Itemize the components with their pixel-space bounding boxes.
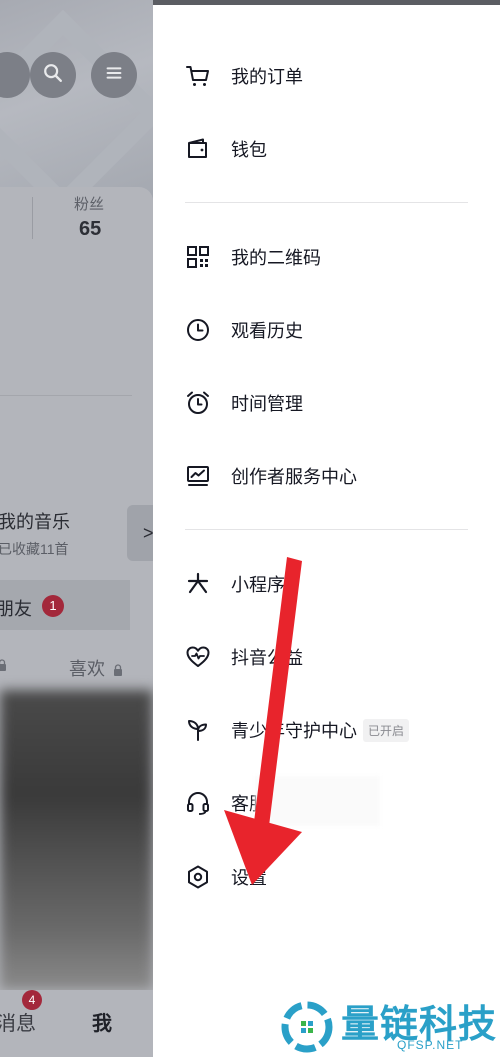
wallet-icon bbox=[185, 136, 211, 162]
menu-item-wallet[interactable]: 钱包 bbox=[185, 129, 485, 169]
menu-divider bbox=[185, 202, 468, 203]
menu-item-time-management[interactable]: 时间管理 bbox=[185, 383, 485, 423]
menu-item-mini-programs[interactable]: 小程序 bbox=[185, 564, 485, 604]
status-strip bbox=[153, 0, 500, 38]
tab-private[interactable] bbox=[0, 657, 7, 675]
alarm-icon bbox=[185, 390, 211, 416]
nav-messages[interactable]: 消息 bbox=[0, 1007, 36, 1036]
status-badge: 已开启 bbox=[363, 718, 410, 742]
nav-me[interactable]: 我 bbox=[92, 1007, 112, 1036]
redaction-mask bbox=[255, 776, 380, 826]
heart-icon bbox=[185, 644, 211, 670]
expand-button[interactable]: > bbox=[127, 505, 153, 561]
menu-item-label: 抖音公益 bbox=[231, 648, 303, 668]
lock-icon bbox=[0, 659, 6, 671]
profile-background: 粉丝 65 我的音乐 已收藏11首 > 朋友 1 喜欢 消息 4 我 bbox=[0, 0, 153, 1057]
sprout-icon bbox=[185, 717, 211, 743]
watermark-logo bbox=[281, 1001, 333, 1053]
menu-item-label: 我的订单 bbox=[231, 67, 303, 87]
settings-icon bbox=[185, 864, 211, 890]
stat-divider bbox=[32, 197, 33, 239]
menu-item-history[interactable]: 观看历史 bbox=[185, 310, 485, 350]
menu-item-qr-code[interactable]: 我的二维码 bbox=[185, 237, 485, 277]
friends-badge: 1 bbox=[42, 595, 64, 617]
cart-icon bbox=[185, 63, 211, 89]
side-drawer bbox=[153, 38, 500, 1057]
messages-badge: 4 bbox=[22, 990, 42, 1010]
lock-icon bbox=[114, 664, 123, 676]
menu-item-label: 钱包 bbox=[231, 140, 267, 160]
friends-label[interactable]: 朋友 bbox=[0, 595, 32, 621]
tab-likes[interactable]: 喜欢 bbox=[69, 655, 123, 681]
music-title[interactable]: 我的音乐 bbox=[0, 508, 70, 534]
hamburger-icon bbox=[103, 62, 125, 89]
menu-item-youth-protection[interactable]: 青少年守护中心 已开启 bbox=[185, 710, 485, 750]
search-button[interactable] bbox=[30, 52, 76, 98]
menu-item-label: 设置 bbox=[231, 868, 267, 888]
fans-count[interactable]: 65 bbox=[79, 218, 101, 241]
menu-item-label: 我的二维码 bbox=[231, 248, 321, 268]
menu-item-settings[interactable]: 设置 bbox=[185, 857, 485, 897]
qr-code-icon bbox=[185, 244, 211, 270]
menu-item-label: 青少年守护中心 bbox=[231, 721, 357, 741]
mini-program-icon bbox=[185, 571, 211, 597]
music-subtitle: 已收藏11首 bbox=[0, 541, 69, 557]
menu-item-orders[interactable]: 我的订单 bbox=[185, 56, 485, 96]
clock-icon bbox=[185, 317, 211, 343]
watermark-subtext: QFSP.NET bbox=[397, 1038, 464, 1052]
menu-item-label: 时间管理 bbox=[231, 394, 303, 414]
search-icon bbox=[42, 62, 64, 89]
menu-divider bbox=[185, 529, 468, 530]
chart-icon bbox=[185, 463, 211, 489]
menu-item-creator-center[interactable]: 创作者服务中心 bbox=[185, 456, 485, 496]
menu-item-charity[interactable]: 抖音公益 bbox=[185, 637, 485, 677]
menu-item-label: 观看历史 bbox=[231, 321, 303, 341]
menu-button[interactable] bbox=[91, 52, 137, 98]
watermark: 量链科技 QFSP.NET bbox=[275, 995, 500, 1057]
fans-label: 粉丝 bbox=[74, 196, 105, 213]
headset-icon bbox=[185, 790, 211, 816]
profile-divider bbox=[0, 395, 132, 396]
menu-item-label: 创作者服务中心 bbox=[231, 467, 357, 487]
video-grid-blurred[interactable] bbox=[0, 690, 153, 990]
menu-item-label: 小程序 bbox=[231, 575, 285, 595]
tab-likes-label: 喜欢 bbox=[69, 659, 105, 679]
